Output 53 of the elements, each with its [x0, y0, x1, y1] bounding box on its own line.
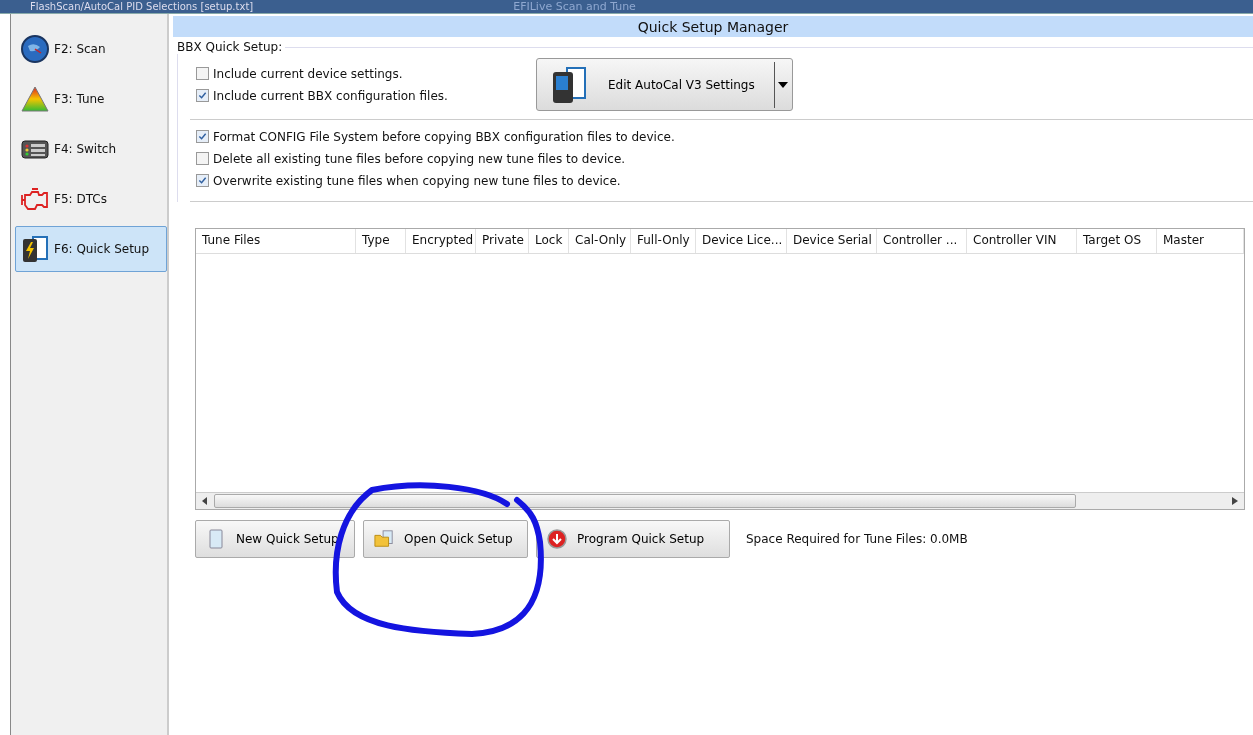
sidebar-item[interactable]: F5: DTCs	[15, 176, 167, 222]
download-circle-icon	[547, 529, 567, 549]
scroll-right-icon[interactable]	[1232, 497, 1238, 505]
sidebar-item[interactable]: F3: Tune	[15, 76, 167, 122]
background-window-title: EFILive Scan and Tune	[513, 0, 636, 13]
column-header[interactable]: Lock	[529, 229, 569, 253]
checkbox-label: Delete all existing tune files before copying new tune files to device.	[213, 151, 626, 166]
column-header[interactable]: Cal-Only	[569, 229, 631, 253]
column-header[interactable]: Master	[1157, 229, 1244, 253]
horizontal-scrollbar[interactable]	[196, 492, 1244, 509]
column-header[interactable]: Private	[476, 229, 529, 253]
action-button[interactable]: Open Quick Setup	[363, 520, 528, 558]
sidebar-item[interactable]: F4: Switch	[15, 126, 167, 172]
column-header[interactable]: Controller VIN	[967, 229, 1077, 253]
column-header[interactable]: Full-Only	[631, 229, 696, 253]
action-button[interactable]: New Quick Setup	[195, 520, 355, 558]
header-title: Quick Setup Manager	[637, 18, 789, 35]
checkbox-label: Include current BBX configuration files.	[213, 88, 448, 103]
column-header[interactable]: Encrypted	[406, 229, 476, 253]
scroll-left-icon[interactable]	[202, 497, 208, 505]
sidebar-item[interactable]: F6: Quick Setup	[15, 226, 167, 272]
edit-settings-button[interactable]: Edit AutoCal V3 Settings	[535, 58, 793, 111]
column-header[interactable]: Tune Files	[196, 229, 356, 253]
checkbox-label: Include current device settings.	[213, 66, 403, 81]
scroll-thumb[interactable]	[214, 494, 1076, 508]
checkbox[interactable]	[196, 130, 209, 143]
checkbox-label: Format CONFIG File System before copying BBX configuration files to device.	[213, 129, 675, 144]
column-header[interactable]: Controller ...	[877, 229, 967, 253]
folder-icon	[374, 529, 394, 549]
sidebar-label: F4: Switch	[54, 142, 117, 156]
triangle-icon	[20, 84, 50, 114]
device-icon	[20, 234, 50, 264]
page-icon	[206, 529, 226, 549]
column-header[interactable]: Device Serial	[787, 229, 877, 253]
column-header[interactable]: Target OS	[1077, 229, 1157, 253]
column-header[interactable]: Device Lice...	[696, 229, 787, 253]
caret-icon	[777, 81, 788, 88]
globe-icon	[20, 34, 50, 64]
space-required-text: Space Required for Tune Files: 0.0MB	[746, 532, 968, 546]
sidebar-label: F3: Tune	[54, 92, 105, 106]
checkbox[interactable]	[196, 67, 209, 80]
checkbox[interactable]	[196, 174, 209, 187]
column-header[interactable]: Type	[356, 229, 406, 253]
sidebar-label: F2: Scan	[54, 42, 106, 56]
checkbox[interactable]	[196, 89, 209, 102]
window-title: FlashScan/AutoCal PID Selections [setup.txt]	[30, 0, 254, 13]
checkbox[interactable]	[196, 152, 209, 165]
group-title: BBX Quick Setup:	[174, 40, 286, 54]
action-button[interactable]: Program Quick Setup	[536, 520, 730, 558]
sidebar-item[interactable]: F2: Scan	[15, 26, 167, 72]
checkbox-label: Overwrite existing tune files when copying new tune files to device.	[213, 173, 621, 188]
sidebar-label: F5: DTCs	[54, 192, 107, 206]
sidebar-label: F6: Quick Setup	[54, 242, 150, 256]
